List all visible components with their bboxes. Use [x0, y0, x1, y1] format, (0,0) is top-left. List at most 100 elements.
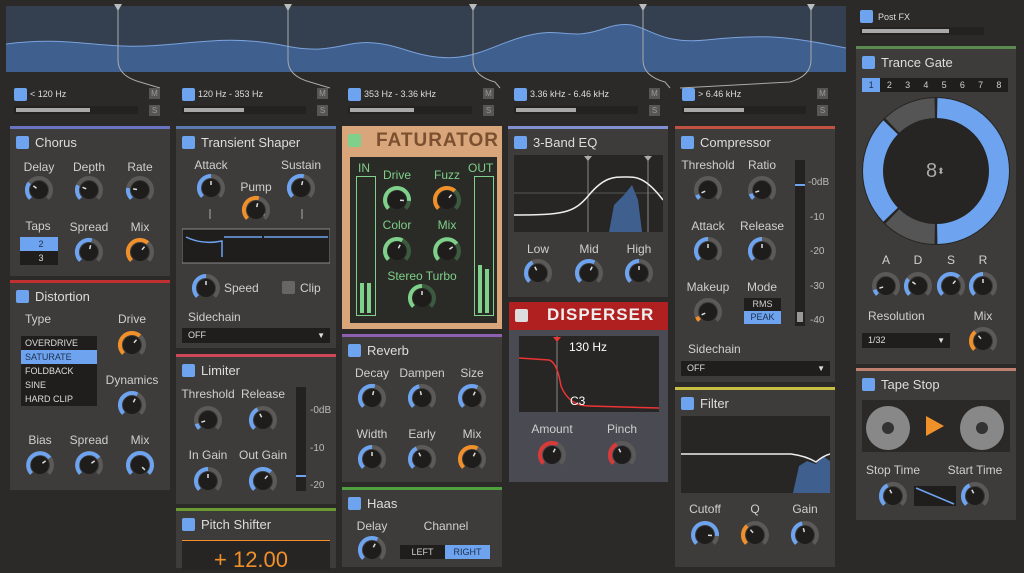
band-enable-toggle[interactable]	[514, 88, 527, 101]
limiter-meter[interactable]	[296, 387, 306, 491]
drive-knob[interactable]	[382, 185, 412, 215]
stereo-turbo-knob[interactable]	[407, 283, 437, 313]
solo-button[interactable]: S	[649, 105, 660, 116]
mix-knob[interactable]	[968, 326, 998, 356]
sidechain-dropdown[interactable]: OFF▼	[182, 328, 330, 343]
release-knob[interactable]	[248, 405, 278, 435]
band-enable-toggle[interactable]	[182, 88, 195, 101]
steps-counter[interactable]: 8⬍	[926, 160, 945, 183]
mode-selector[interactable]: RMS PEAK	[744, 298, 781, 324]
band-enable-toggle[interactable]	[14, 88, 27, 101]
band-level-slider[interactable]	[514, 106, 638, 114]
solo-button[interactable]: S	[817, 105, 828, 116]
pattern-selector[interactable]: 12345678	[862, 78, 1008, 92]
solo-button[interactable]: S	[317, 105, 328, 116]
sustain-knob[interactable]	[286, 173, 316, 203]
dampen-knob[interactable]	[407, 383, 437, 413]
s-knob[interactable]	[936, 271, 966, 301]
mode-peak[interactable]: PEAK	[744, 311, 781, 324]
threshold-knob[interactable]	[193, 405, 223, 435]
channel-left[interactable]: LEFT	[400, 545, 445, 559]
pattern-3[interactable]: 3	[899, 78, 917, 92]
mute-button[interactable]: M	[317, 88, 328, 99]
post-fx-toggle[interactable]	[860, 10, 873, 23]
sidechain-dropdown[interactable]: OFF▼	[681, 361, 830, 376]
pattern-6[interactable]: 6	[953, 78, 971, 92]
low-knob[interactable]	[523, 258, 553, 288]
r-knob[interactable]	[968, 271, 998, 301]
band-level-slider[interactable]	[182, 106, 306, 114]
solo-button[interactable]: S	[149, 105, 160, 116]
tape-stop-enable-toggle[interactable]	[862, 378, 875, 391]
mute-button[interactable]: M	[817, 88, 828, 99]
mix-knob[interactable]	[432, 236, 462, 266]
stepper-arrows-icon[interactable]: ⬍	[937, 166, 945, 176]
pump-knob[interactable]	[241, 195, 271, 225]
band-level-slider[interactable]	[348, 106, 472, 114]
mute-button[interactable]: M	[483, 88, 494, 99]
delay-knob[interactable]	[24, 175, 54, 205]
delay-knob[interactable]	[357, 535, 387, 565]
mix-knob[interactable]	[457, 444, 487, 474]
band-level-slider[interactable]	[14, 106, 138, 114]
faturator-enable-toggle[interactable]	[348, 134, 361, 147]
makeup-knob[interactable]	[693, 297, 723, 327]
limiter-enable-toggle[interactable]	[182, 364, 195, 377]
reverb-enable-toggle[interactable]	[348, 344, 361, 357]
mix-knob[interactable]	[125, 237, 155, 267]
channel-right[interactable]: RIGHT	[445, 545, 490, 559]
taps-option[interactable]: 2	[20, 237, 58, 251]
type-option[interactable]: SATURATE	[21, 350, 97, 364]
compressor-meter[interactable]	[795, 160, 805, 326]
d-knob[interactable]	[903, 271, 933, 301]
channel-selector[interactable]: LEFT RIGHT	[400, 545, 490, 559]
depth-knob[interactable]	[74, 175, 104, 205]
decay-knob[interactable]	[357, 383, 387, 413]
pattern-5[interactable]: 5	[935, 78, 953, 92]
mode-rms[interactable]: RMS	[744, 298, 781, 311]
mute-button[interactable]: M	[649, 88, 660, 99]
distortion-type-list[interactable]: OVERDRIVE SATURATE FOLDBACK SINE HARD CL…	[21, 336, 97, 406]
q-knob[interactable]	[740, 520, 770, 550]
resolution-dropdown[interactable]: 1/32▼	[862, 333, 950, 348]
width-knob[interactable]	[357, 444, 387, 474]
stop-time-knob[interactable]	[878, 481, 908, 511]
pitch-display[interactable]: + 12.00	[182, 540, 330, 570]
early-knob[interactable]	[407, 444, 437, 474]
gain-knob[interactable]	[790, 520, 820, 550]
a-knob[interactable]	[871, 271, 901, 301]
start-time-knob[interactable]	[960, 481, 990, 511]
clip-checkbox[interactable]	[282, 281, 295, 294]
haas-enable-toggle[interactable]	[348, 497, 361, 510]
cutoff-knob[interactable]	[690, 520, 720, 550]
size-knob[interactable]	[457, 383, 487, 413]
bias-knob[interactable]	[25, 450, 55, 480]
out-gain-knob[interactable]	[248, 466, 278, 496]
post-fx-level[interactable]	[860, 27, 984, 35]
solo-button[interactable]: S	[483, 105, 494, 116]
pattern-7[interactable]: 7	[972, 78, 990, 92]
filter-enable-toggle[interactable]	[681, 397, 694, 410]
chorus-enable-toggle[interactable]	[16, 136, 29, 149]
compressor-enable-toggle[interactable]	[681, 136, 694, 149]
disperser-enable-toggle[interactable]	[515, 309, 528, 322]
type-option[interactable]: HARD CLIP	[21, 392, 97, 406]
band-enable-toggle[interactable]	[682, 88, 695, 101]
attack-knob[interactable]	[693, 236, 723, 266]
release-knob[interactable]	[747, 236, 777, 266]
eq-enable-toggle[interactable]	[514, 136, 527, 149]
pattern-2[interactable]: 2	[880, 78, 898, 92]
high-knob[interactable]	[624, 258, 654, 288]
pitch-shifter-enable-toggle[interactable]	[182, 518, 195, 531]
in-gain-knob[interactable]	[193, 466, 223, 496]
spread-knob[interactable]	[74, 237, 104, 267]
taps-option[interactable]: 3	[20, 251, 58, 265]
trance-gate-enable-toggle[interactable]	[862, 56, 875, 69]
eq-graph[interactable]	[514, 155, 663, 232]
rate-knob[interactable]	[125, 175, 155, 205]
transient-shaper-enable-toggle[interactable]	[182, 136, 195, 149]
band-enable-toggle[interactable]	[348, 88, 361, 101]
fuzz-knob[interactable]	[432, 185, 462, 215]
type-option[interactable]: FOLDBACK	[21, 364, 97, 378]
threshold-knob[interactable]	[693, 175, 723, 205]
